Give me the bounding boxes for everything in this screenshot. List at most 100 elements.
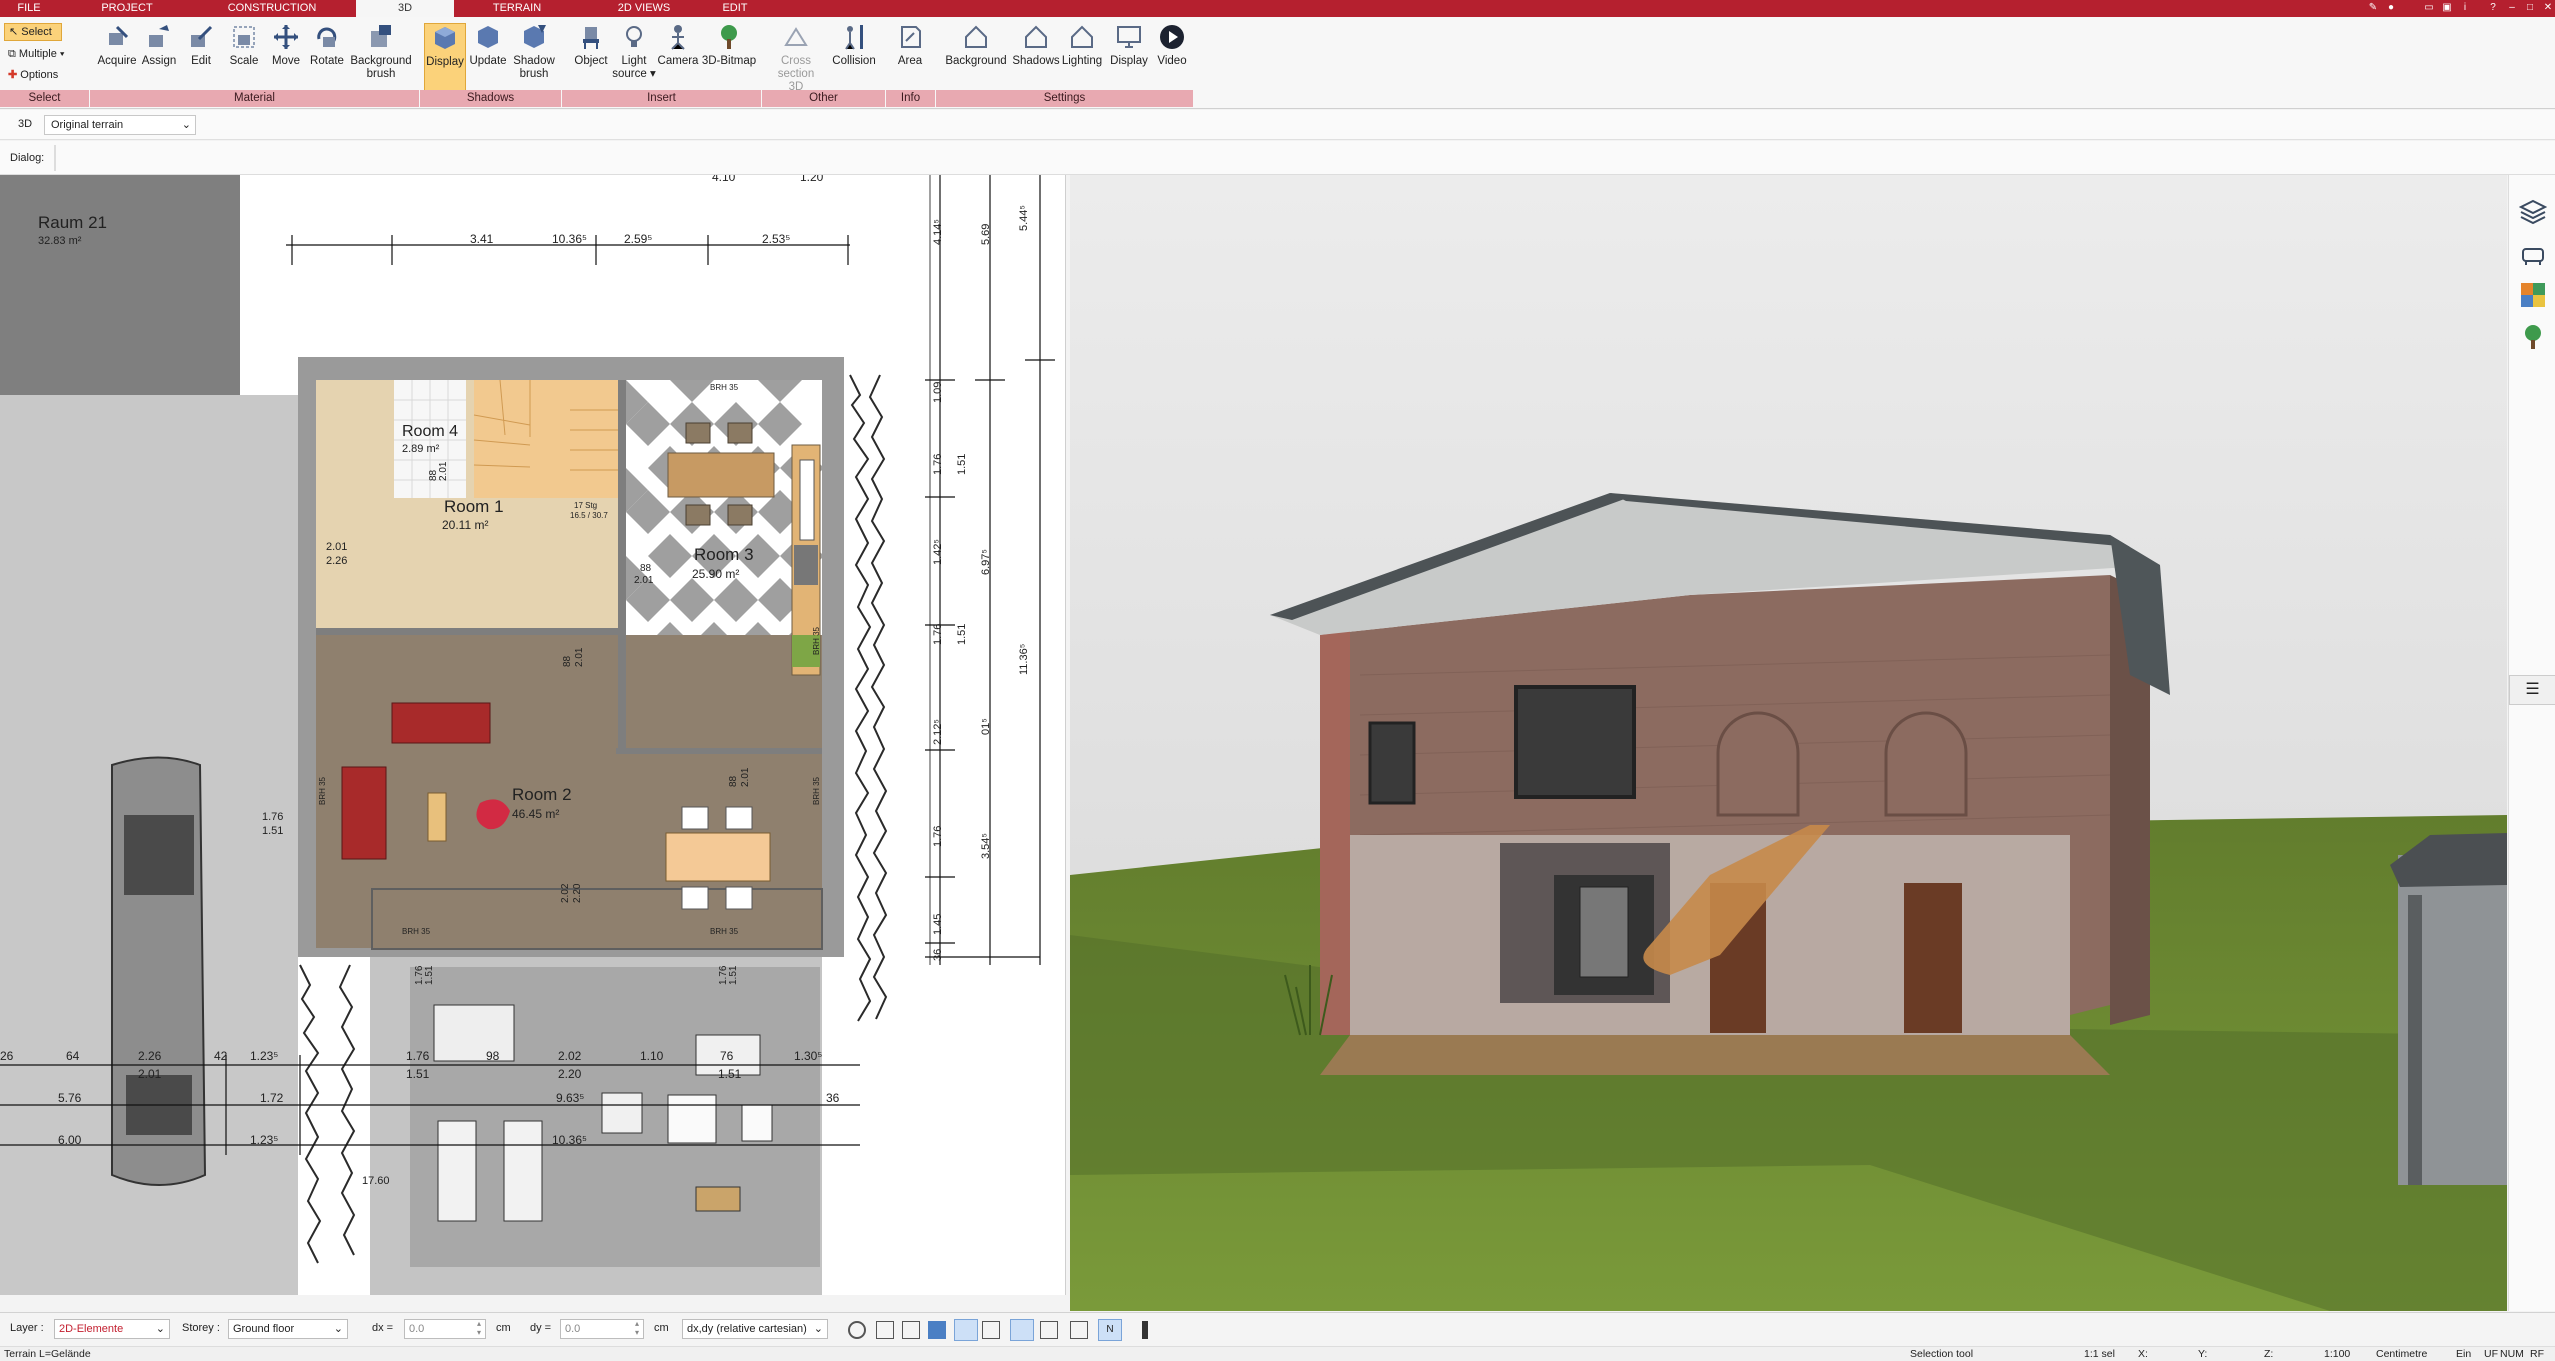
snap-edge-icon[interactable] bbox=[928, 1321, 946, 1339]
spin-icon[interactable]: ▴ ▾ bbox=[635, 1319, 639, 1337]
dimension-label: 2.53⁵ bbox=[762, 232, 791, 246]
select-button[interactable]: ↖ Select bbox=[4, 23, 62, 41]
dimension-label: 1.51 bbox=[424, 965, 435, 985]
tab-2d-views[interactable]: 2D VIEWS bbox=[600, 0, 688, 17]
grid-icon[interactable] bbox=[1070, 1321, 1088, 1339]
minimize-icon[interactable]: – bbox=[2505, 1, 2519, 15]
dimension-label: 36 bbox=[932, 948, 944, 961]
dimension-label: 2.02 bbox=[558, 1049, 582, 1063]
room-area-label: 46.45 m² bbox=[512, 807, 560, 821]
monitor-icon bbox=[1117, 26, 1141, 48]
dimension-label: 42 bbox=[214, 1049, 228, 1063]
tree-icon bbox=[721, 25, 737, 49]
collision-icon bbox=[845, 25, 863, 50]
layer-select[interactable]: 2D-Elemente ⌄ bbox=[54, 1319, 170, 1339]
snap-line-icon[interactable] bbox=[982, 1321, 1000, 1339]
snap-midpoint-icon[interactable] bbox=[902, 1321, 920, 1339]
dimension-label: 1.72 bbox=[260, 1091, 284, 1105]
dimension-label: 6.00 bbox=[58, 1133, 82, 1147]
house-background-icon bbox=[965, 25, 987, 48]
move-arrows-icon bbox=[274, 25, 298, 49]
snap-parallel-icon[interactable] bbox=[1040, 1321, 1058, 1339]
dimension-label: 2.01 bbox=[574, 647, 585, 667]
tools-icon[interactable]: ✎ bbox=[2366, 1, 2380, 15]
dimension-label: 6.97⁵ bbox=[980, 549, 992, 575]
cube-display-icon bbox=[435, 27, 455, 49]
dimension-label: 1.76 bbox=[932, 453, 944, 475]
dimension-label: 3.54⁵ bbox=[980, 833, 992, 859]
menu-lines-icon[interactable]: ☰ bbox=[2509, 675, 2555, 705]
dimension-label: 4.10 bbox=[712, 175, 736, 184]
storey-select[interactable]: Ground floor ⌄ bbox=[228, 1319, 348, 1339]
rotate-icon bbox=[317, 27, 337, 47]
background-brush-icon bbox=[371, 25, 391, 47]
dimension-label: 36 bbox=[826, 1091, 840, 1105]
tab-terrain[interactable]: TERRAIN bbox=[480, 0, 554, 17]
dimension-label: 1.09 bbox=[932, 381, 944, 403]
terrain-select[interactable]: Original terrain ⌄ bbox=[44, 115, 196, 135]
dy-label: dy = bbox=[530, 1322, 552, 1334]
dimension-label: 1.51 bbox=[956, 623, 968, 645]
group-settings: Settings bbox=[936, 90, 1194, 107]
snap-orthogonal-icon[interactable] bbox=[1010, 1319, 1034, 1341]
tab-project[interactable]: PROJECT bbox=[90, 0, 164, 17]
tool-status: Selection tool bbox=[1910, 1348, 1974, 1360]
3d-view[interactable] bbox=[1070, 175, 2507, 1311]
coordinate-mode-select[interactable]: dx,dy (relative cartesian) ⌄ bbox=[682, 1319, 828, 1339]
z-coordinate: Z: bbox=[2264, 1348, 2274, 1360]
dimension-label: 2.01 bbox=[438, 461, 449, 481]
clock-icon[interactable] bbox=[848, 1321, 866, 1339]
plants-icon[interactable] bbox=[2519, 323, 2547, 351]
dx-input[interactable]: 0.0 ▴ ▾ bbox=[404, 1319, 486, 1339]
close-icon[interactable]: ✕ bbox=[2541, 1, 2555, 15]
north-icon[interactable]: N bbox=[1098, 1319, 1122, 1341]
dimension-label: 1.51 bbox=[406, 1067, 430, 1081]
dimension-label: 1.23⁵ bbox=[250, 1049, 279, 1063]
menu-tab-bar: FILE PROJECT CONSTRUCTION 3D TERRAIN 2D … bbox=[0, 0, 2555, 19]
layers-icon[interactable] bbox=[2519, 197, 2547, 225]
dialog-divider bbox=[54, 145, 56, 171]
help-icon[interactable]: ? bbox=[2486, 1, 2500, 15]
options-button[interactable]: ✚ Options bbox=[4, 67, 84, 83]
dimension-label: 1.76 bbox=[932, 825, 944, 847]
tab-construction[interactable]: CONSTRUCTION bbox=[210, 0, 334, 17]
area-icon bbox=[901, 26, 921, 48]
multiple-button[interactable]: ⧉ Multiple ▾ bbox=[4, 46, 84, 62]
chevron-down-icon: ⌄ bbox=[813, 1323, 823, 1335]
room-name-label: Room 2 bbox=[512, 785, 572, 804]
furniture-icon[interactable] bbox=[2519, 239, 2547, 267]
floor-plan-2d[interactable]: Raum 21 32.83 m² Room 4 2.89 m² Room 1 2… bbox=[0, 175, 1066, 1295]
group-material: Material bbox=[90, 90, 420, 107]
tab-edit[interactable]: EDIT bbox=[705, 0, 765, 17]
maximize-icon[interactable]: □ bbox=[2523, 1, 2537, 15]
dimension-label: 1.30⁵ bbox=[794, 1049, 823, 1063]
shadow-brush-icon bbox=[524, 25, 546, 48]
room-name-label: Room 1 bbox=[444, 497, 504, 516]
app-window: FILE PROJECT CONSTRUCTION 3D TERRAIN 2D … bbox=[0, 0, 2555, 1361]
window-height-label: BRH 35 bbox=[812, 776, 821, 805]
more-options-icon[interactable] bbox=[1142, 1321, 1148, 1339]
cross-section-icon bbox=[784, 27, 808, 46]
dimension-label: 1.45 bbox=[932, 913, 944, 935]
window-layout-icon[interactable]: ▭ bbox=[2422, 1, 2436, 15]
rf-status: RF bbox=[2530, 1348, 2544, 1360]
dimension-label: 2.01 bbox=[138, 1067, 162, 1081]
dimension-label: 1.51 bbox=[728, 965, 739, 985]
group-shadows: Shadows bbox=[420, 90, 562, 107]
pencil-icon bbox=[191, 25, 213, 47]
room-area-label: 25.90 m² bbox=[692, 567, 740, 581]
materials-icon[interactable] bbox=[2519, 281, 2547, 309]
tab-file[interactable]: FILE bbox=[0, 0, 58, 17]
spin-icon[interactable]: ▴ ▾ bbox=[477, 1319, 481, 1337]
dialog-bar: Dialog: bbox=[0, 141, 2555, 175]
arrange-icon[interactable]: ▣ bbox=[2440, 1, 2454, 15]
snap-angle-icon[interactable] bbox=[954, 1319, 978, 1341]
info-icon[interactable]: i bbox=[2458, 1, 2472, 15]
dialog-label: Dialog: bbox=[10, 152, 45, 164]
snap-point-icon[interactable] bbox=[876, 1321, 894, 1339]
dimension-label: 64 bbox=[66, 1049, 80, 1063]
dimension-label: 2.59⁵ bbox=[624, 232, 653, 246]
ribbon: ↖ Select ⧉ Multiple ▾ ✚ Options Acquire … bbox=[0, 17, 2555, 109]
dy-input[interactable]: 0.0 ▴ ▾ bbox=[560, 1319, 644, 1339]
user-icon[interactable]: ● bbox=[2384, 1, 2398, 15]
